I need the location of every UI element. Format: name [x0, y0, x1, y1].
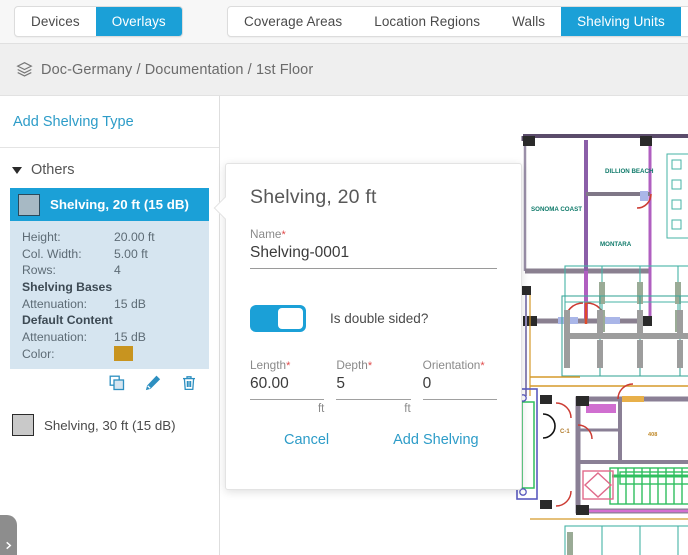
tab-walls[interactable]: Walls — [496, 7, 561, 36]
detail-value: 15 dB — [114, 296, 146, 311]
detail-row-bases-attenuation: Attenuation: 15 dB — [22, 296, 197, 313]
toggle-knob — [278, 308, 303, 329]
detail-key: Color: — [22, 346, 55, 361]
dimension-fields: Length* 60.00 ft Depth* 5 ft Orientation… — [250, 358, 497, 416]
depth-label-text: Depth — [336, 358, 368, 372]
detail-key: Attenuation: — [22, 296, 88, 311]
tab-shelving-units[interactable]: Shelving Units — [561, 7, 681, 36]
shelving-types-sidebar: Add Shelving Type Others Shelving, 20 ft… — [0, 96, 220, 555]
room-label-montara: MONTARA — [600, 241, 632, 248]
depth-input[interactable]: 5 — [336, 372, 411, 400]
tab-location-regions[interactable]: Location Regions — [358, 7, 496, 36]
chevron-right-icon — [6, 541, 12, 549]
tab-group-primary: Devices Overlays — [14, 6, 183, 37]
name-field-label: Name* — [250, 227, 497, 241]
length-field-label: Length* — [250, 358, 324, 372]
breadcrumb: Doc-Germany / Documentation / 1st Floor — [0, 44, 688, 96]
shelving-type-row-30ft[interactable]: Shelving, 30 ft (15 dB) — [0, 405, 219, 445]
detail-value: 15 dB — [114, 330, 146, 344]
shelving-type-details: Height: 20.00 ft Col. Width: 5.00 ft Row… — [10, 221, 209, 369]
cancel-button[interactable]: Cancel — [284, 432, 329, 448]
detail-key: Rows: — [22, 263, 56, 277]
layers-icon — [16, 61, 33, 78]
sidebar-collapse-handle[interactable] — [0, 515, 17, 555]
tab-group-overlay-types: Coverage Areas Location Regions Walls Sh… — [227, 6, 688, 37]
double-sided-row: Is double sided? — [250, 305, 497, 332]
room-label-sonoma-coast: SONOMA COAST — [531, 206, 582, 213]
required-asterisk: * — [286, 360, 291, 372]
name-field-group: Name* Shelving-0001 — [250, 227, 497, 269]
name-input[interactable]: Shelving-0001 — [250, 241, 497, 269]
tab-overlays[interactable]: Overlays — [95, 7, 182, 36]
required-asterisk: * — [480, 360, 485, 372]
dialog-actions: Cancel Add Shelving — [250, 432, 497, 448]
detail-value: 4 — [114, 263, 121, 277]
edit-icon[interactable] — [145, 375, 161, 391]
section-heading-default-content: Default Content — [22, 313, 113, 327]
group-others[interactable]: Others — [0, 148, 219, 188]
depth-unit: ft — [404, 403, 411, 415]
shelving-type-title: Shelving, 30 ft (15 dB) — [44, 417, 176, 433]
orientation-unit — [423, 400, 497, 416]
detail-key: Attenuation: — [22, 330, 88, 344]
detail-row-rows: Rows: 4 — [22, 262, 197, 279]
dialog-title: Shelving, 20 ft — [250, 186, 377, 208]
length-field-group: Length* 60.00 ft — [250, 358, 325, 416]
add-shelving-dialog: Shelving, 20 ft Name* Shelving-0001 Is d… — [213, 163, 522, 490]
detail-key: Col. Width: — [22, 246, 82, 261]
orientation-input[interactable]: 0 — [422, 372, 497, 400]
breadcrumb-path[interactable]: Doc-Germany / Documentation / 1st Floor — [41, 62, 313, 78]
application-root: Devices Overlays Coverage Areas Location… — [0, 0, 688, 555]
room-label-408: 408 — [648, 432, 657, 438]
top-tab-bar: Devices Overlays Coverage Areas Location… — [0, 0, 688, 44]
detail-row-height: Height: 20.00 ft — [22, 229, 197, 246]
detail-value — [114, 345, 197, 366]
shelving-type-header-20ft[interactable]: Shelving, 20 ft (15 dB) — [10, 188, 209, 221]
length-input[interactable]: 60.00 — [250, 372, 325, 400]
add-shelving-type-link[interactable]: Add Shelving Type — [13, 114, 134, 130]
detail-key: Height: — [22, 230, 61, 244]
orientation-field-label: Orientation* — [423, 358, 497, 372]
delete-icon[interactable] — [181, 375, 197, 391]
orientation-field-group: Orientation* 0 — [422, 358, 497, 416]
depth-field-label: Depth* — [336, 358, 410, 372]
shelving-type-actions — [10, 369, 209, 399]
copy-icon[interactable] — [109, 375, 125, 391]
length-label-text: Length — [250, 358, 287, 372]
sidebar-header: Add Shelving Type — [0, 96, 219, 148]
name-field-label-text: Name — [250, 227, 282, 241]
add-shelving-button[interactable]: Add Shelving — [393, 432, 478, 448]
shelving-type-card-selected: Shelving, 20 ft (15 dB) Height: 20.00 ft… — [10, 188, 209, 399]
content-color-swatch-icon — [114, 345, 133, 361]
section-heading-shelving-bases: Shelving Bases — [22, 279, 113, 294]
detail-value: 20.00 ft — [114, 230, 155, 244]
tab-devices[interactable]: Devices — [15, 7, 96, 36]
required-asterisk: * — [367, 360, 373, 372]
length-unit: ft — [317, 403, 325, 415]
double-sided-label: Is double sided? — [330, 311, 429, 326]
detail-row-col-width: Col. Width: 5.00 ft — [22, 246, 197, 263]
room-label-c1: C-1 — [560, 429, 570, 435]
group-others-label: Others — [31, 162, 75, 178]
double-sided-toggle[interactable] — [250, 305, 306, 332]
color-swatch-icon — [12, 414, 34, 436]
color-swatch-icon — [18, 193, 40, 216]
shelving-type-title: Shelving, 20 ft (15 dB) — [50, 197, 189, 212]
detail-value: 5.00 ft — [114, 246, 148, 261]
orientation-label-text: Orientation — [422, 358, 481, 372]
chevron-down-icon[interactable] — [12, 166, 22, 174]
depth-field-group: Depth* 5 ft — [336, 358, 411, 416]
dialog-body: Shelving, 20 ft Name* Shelving-0001 Is d… — [226, 164, 521, 448]
required-asterisk: * — [281, 229, 286, 241]
detail-row-content-color: Color: — [22, 345, 197, 366]
tab-coverage-areas[interactable]: Coverage Areas — [228, 7, 358, 36]
room-label-dillion-beach: DILLION BEACH — [605, 168, 654, 175]
detail-row-content-attenuation: Attenuation: 15 dB — [22, 329, 197, 346]
